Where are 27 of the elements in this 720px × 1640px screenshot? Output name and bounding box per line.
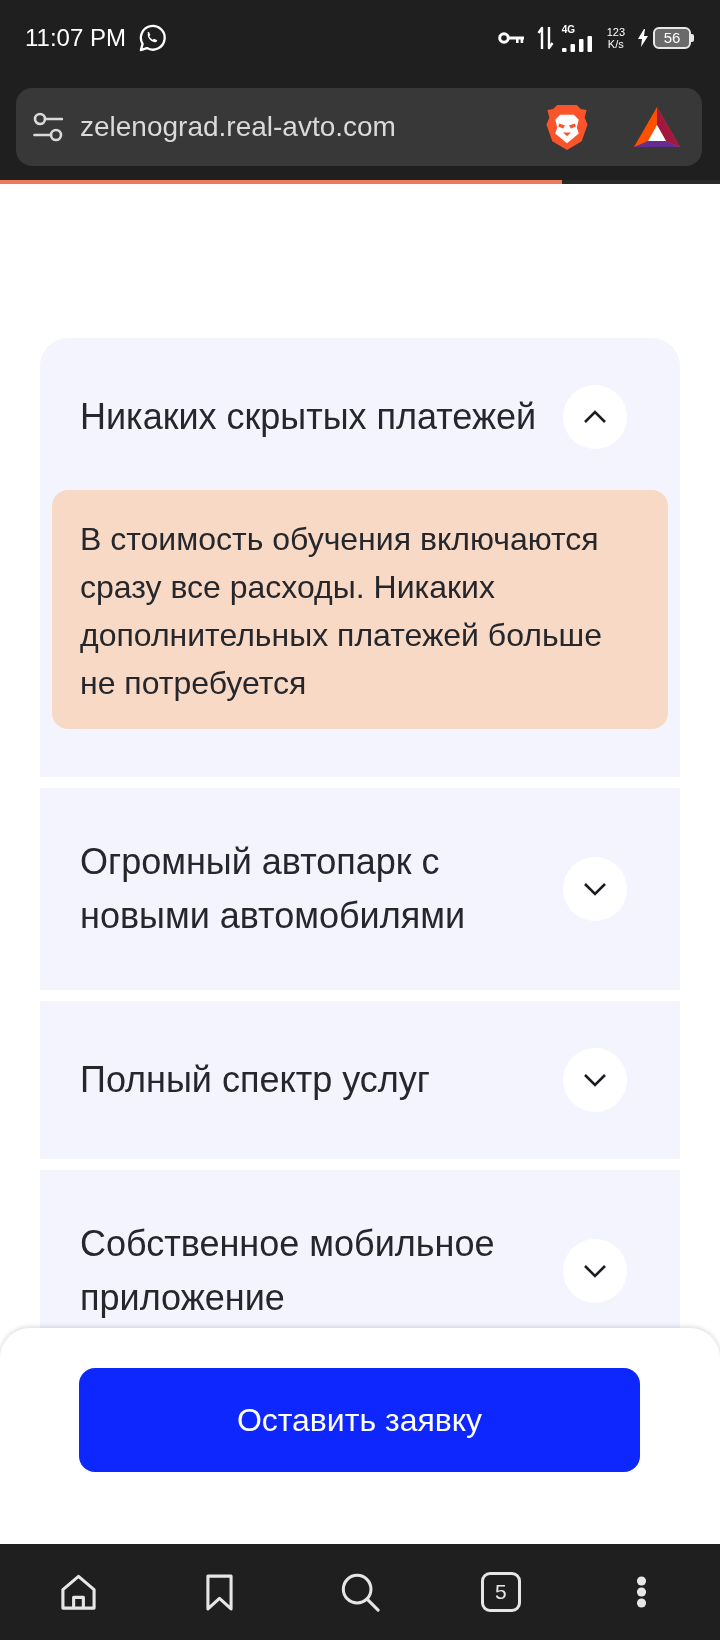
chevron-down-icon [583, 882, 607, 896]
faq-question: Никаких скрытых платежей [80, 395, 538, 439]
battery-indicator: 56 [653, 27, 694, 49]
chevron-down-icon [583, 1073, 607, 1087]
request-button[interactable]: Оставить заявку [79, 1368, 640, 1472]
data-arrows-icon [536, 26, 554, 50]
faq-answer: В стоимость обучения включаются сразу все расходы. Никаких дополнительных платежей больше не потребуется [52, 490, 668, 729]
chevron-down-icon [583, 1264, 607, 1278]
faq-question: Огромный автопарк с новыми автомобилями [80, 840, 467, 938]
faq-question: Собственное мобильное приложение [80, 1222, 496, 1320]
more-icon[interactable] [636, 1575, 648, 1609]
network-type: 4G [561, 24, 575, 35]
charging-bolt-icon [638, 29, 648, 47]
bookmark-icon[interactable] [205, 1573, 233, 1611]
chevron-up-icon [583, 410, 607, 424]
triangle-logo-icon[interactable] [634, 107, 680, 147]
sliders-icon[interactable] [33, 111, 63, 143]
faq-question: Полный спектр услуг [80, 1058, 431, 1102]
lion-shield-icon[interactable] [545, 103, 589, 151]
signal-icon [561, 35, 593, 52]
search-icon[interactable] [340, 1572, 380, 1612]
key-icon [497, 31, 524, 45]
network-speed-value: 123 [606, 26, 625, 38]
tab-switcher-button[interactable]: 5 [480, 1572, 521, 1612]
network-speed-unit: K/s [607, 38, 624, 50]
home-icon[interactable] [59, 1573, 97, 1611]
status-time: 11:07 PM [25, 24, 126, 52]
